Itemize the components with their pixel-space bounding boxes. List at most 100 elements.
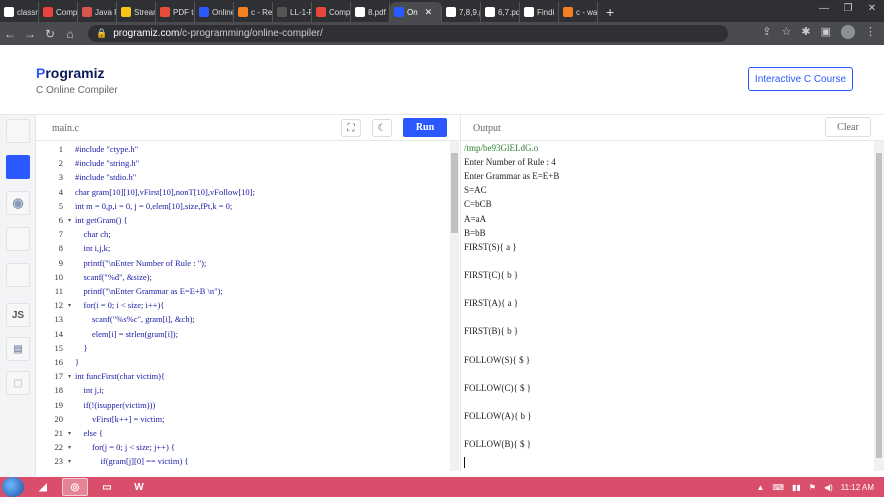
browser-tab[interactable]: On ✕ [390, 2, 442, 22]
cpp-icon: ◉ [12, 195, 24, 210]
code-line[interactable]: 19 if(!(isupper(victim))) [36, 398, 450, 412]
rail-js-button[interactable]: JS [6, 303, 30, 327]
browser-tab[interactable]: classro [0, 2, 39, 22]
browser-tab[interactable]: 7,8,9.p [442, 2, 481, 22]
tab-close-icon[interactable]: ✕ [425, 7, 433, 18]
fold-arrow-icon[interactable]: ▾ [66, 373, 73, 380]
tray-keyboard-icon[interactable]: ⌨ [772, 483, 784, 492]
code-line[interactable]: 17 ▾ int funcFirst(char victim){ [36, 369, 450, 383]
code-line[interactable]: 14 elem[i] = strlen(gram[i]); [36, 327, 450, 341]
clock[interactable]: 11:12 AM [841, 483, 874, 492]
browser-tab[interactable]: c - Rec [234, 2, 273, 22]
output-scrollbar[interactable] [874, 141, 884, 471]
code-line[interactable]: 22 ▾ for(j = 0; j < size; j++) { [36, 440, 450, 454]
rail-python-button[interactable] [6, 119, 30, 143]
browser-tab[interactable]: c - war [559, 2, 598, 22]
output-scroll-thumb[interactable] [876, 153, 882, 458]
extensions-icon[interactable]: ✱ [801, 25, 810, 39]
code-line[interactable]: 12 ▾ for(i = 0; i < size; i++){ [36, 298, 450, 312]
rail-java-button[interactable] [6, 227, 30, 251]
restore-icon[interactable]: ❐ [836, 0, 860, 18]
output-line: FOLLOW(S){ $ } [464, 354, 531, 365]
rail-csharp-button[interactable] [6, 263, 30, 287]
profile-avatar[interactable] [841, 25, 855, 39]
back-icon[interactable]: ← [0, 27, 20, 41]
code-line[interactable]: 7 char ch; [36, 227, 450, 241]
new-tab-button[interactable]: + [598, 2, 622, 22]
code-line[interactable]: 5 int m = 0,p,i = 0, j = 0,elem[10],size,… [36, 199, 450, 213]
file-tab-main-c[interactable]: main.c [52, 123, 79, 134]
browser-tab[interactable]: Java P [78, 2, 117, 22]
code-line[interactable]: 13 scanf("%s%c", gram[i], &ch); [36, 312, 450, 326]
code-line[interactable]: 3 #include "stdio.h" [36, 170, 450, 184]
fold-arrow-icon[interactable]: ▾ [66, 458, 73, 465]
code-line[interactable]: 6 ▾ int getGram() { [36, 213, 450, 227]
address-bar[interactable]: 🔒 programiz.com /c-programming/online-co… [88, 25, 728, 42]
code-line[interactable]: 15 } [36, 341, 450, 355]
browser-tab[interactable]: 8.pdf [351, 2, 390, 22]
code-line[interactable]: 21 ▾ else { [36, 426, 450, 440]
tray-signal-icon[interactable]: ▮▮ [792, 483, 801, 492]
minimize-icon[interactable]: — [812, 0, 836, 18]
fold-arrow-icon[interactable]: ▾ [66, 217, 73, 224]
page-subtitle: C Online Compiler [36, 85, 118, 96]
tray-arrow-icon[interactable]: ▲ [757, 483, 765, 492]
taskbar-word-icon[interactable]: W [126, 478, 152, 496]
code-line[interactable]: 9 printf("\nEnter Number of Rule : "); [36, 256, 450, 270]
share-icon[interactable]: ⇪ [762, 25, 771, 39]
browser-tab[interactable]: Stream [117, 2, 156, 22]
start-button[interactable] [2, 477, 24, 497]
code-line[interactable]: 23 ▾ if(gram[j][0] == victim) { [36, 454, 450, 468]
code-line[interactable]: 2 #include "string.h" [36, 156, 450, 170]
browser-tab[interactable]: Online [195, 2, 234, 22]
browser-tab[interactable]: Comp [312, 2, 351, 22]
browser-tab[interactable]: Findi [520, 2, 559, 22]
line-number: 3 [58, 172, 63, 183]
fold-arrow-icon[interactable]: ▾ [66, 444, 73, 451]
programiz-logo[interactable]: Programiz [36, 65, 104, 81]
interactive-course-button[interactable]: Interactive C Course [748, 67, 853, 91]
tray-flag-icon[interactable]: ⚑ [809, 483, 816, 492]
output-console[interactable]: /tmp/be93GlELdG.o Enter Number of Rule : … [460, 141, 874, 471]
rail-c-button[interactable] [6, 155, 30, 179]
code-line[interactable]: 11 printf("\nEnter Grammar as E=E+B \n")… [36, 284, 450, 298]
fold-arrow-icon[interactable]: ▾ [66, 302, 73, 309]
close-window-icon[interactable]: ✕ [860, 0, 884, 18]
menu-kebab-icon[interactable]: ⋮ [865, 25, 876, 39]
home-icon[interactable]: ⌂ [60, 27, 80, 41]
dark-mode-icon[interactable]: ☾ [372, 119, 392, 137]
forward-icon[interactable]: → [20, 27, 40, 41]
rail-sql-button[interactable]: ▤ [6, 337, 30, 361]
browser-tab[interactable]: Comp [39, 2, 78, 22]
taskbar-folder-icon[interactable]: ▭ [94, 478, 120, 496]
code-line[interactable]: 16} [36, 355, 450, 369]
code-line[interactable]: 10 scanf("%d", &size); [36, 270, 450, 284]
rail-html-button[interactable]: ▢ [6, 371, 30, 395]
browser-tab[interactable]: PDF to [156, 2, 195, 22]
browser-tab-strip: classro Comp Java P Stream PDF to Online c - R… [0, 0, 884, 22]
editor-scrollbar[interactable] [450, 141, 459, 471]
line-number: 17 [54, 371, 64, 382]
code-line[interactable]: 4 char gram[10][10],vFirst[10],nonT[10],v… [36, 185, 450, 199]
code-editor[interactable]: 1 #include "ctype.h" 2 #include "string.h" 3… [36, 141, 450, 471]
code-line[interactable]: 8 int i,j,k; [36, 241, 450, 255]
url-host: programiz.com [113, 28, 180, 39]
taskbar-explorer-icon[interactable]: ◢ [30, 478, 56, 496]
tray-volume-icon[interactable]: ◀) [824, 483, 833, 492]
browser-tab[interactable]: LL-1-P [273, 2, 312, 22]
fullscreen-icon[interactable]: ⛶ [341, 119, 361, 137]
code-line[interactable]: 20 vFirst[k++] = victim; [36, 412, 450, 426]
clear-button[interactable]: Clear [825, 117, 871, 137]
bookmark-star-icon[interactable]: ☆ [782, 25, 792, 39]
code-line[interactable]: 18 int j,i; [36, 383, 450, 397]
fold-arrow-icon[interactable]: ▾ [66, 430, 73, 437]
reload-icon[interactable]: ↻ [40, 27, 60, 41]
sidepanel-icon[interactable]: ▣ [821, 25, 831, 39]
rail-cpp-button[interactable]: ◉ [6, 191, 30, 215]
editor-scroll-thumb[interactable] [451, 153, 458, 233]
code-line[interactable]: 1 #include "ctype.h" [36, 142, 450, 156]
browser-tab[interactable]: 6,7.pdf [481, 2, 520, 22]
taskbar-chrome-icon[interactable]: ◎ [62, 478, 88, 496]
code-text: scanf("%d", &size); [75, 271, 152, 282]
run-button[interactable]: Run [403, 118, 447, 137]
